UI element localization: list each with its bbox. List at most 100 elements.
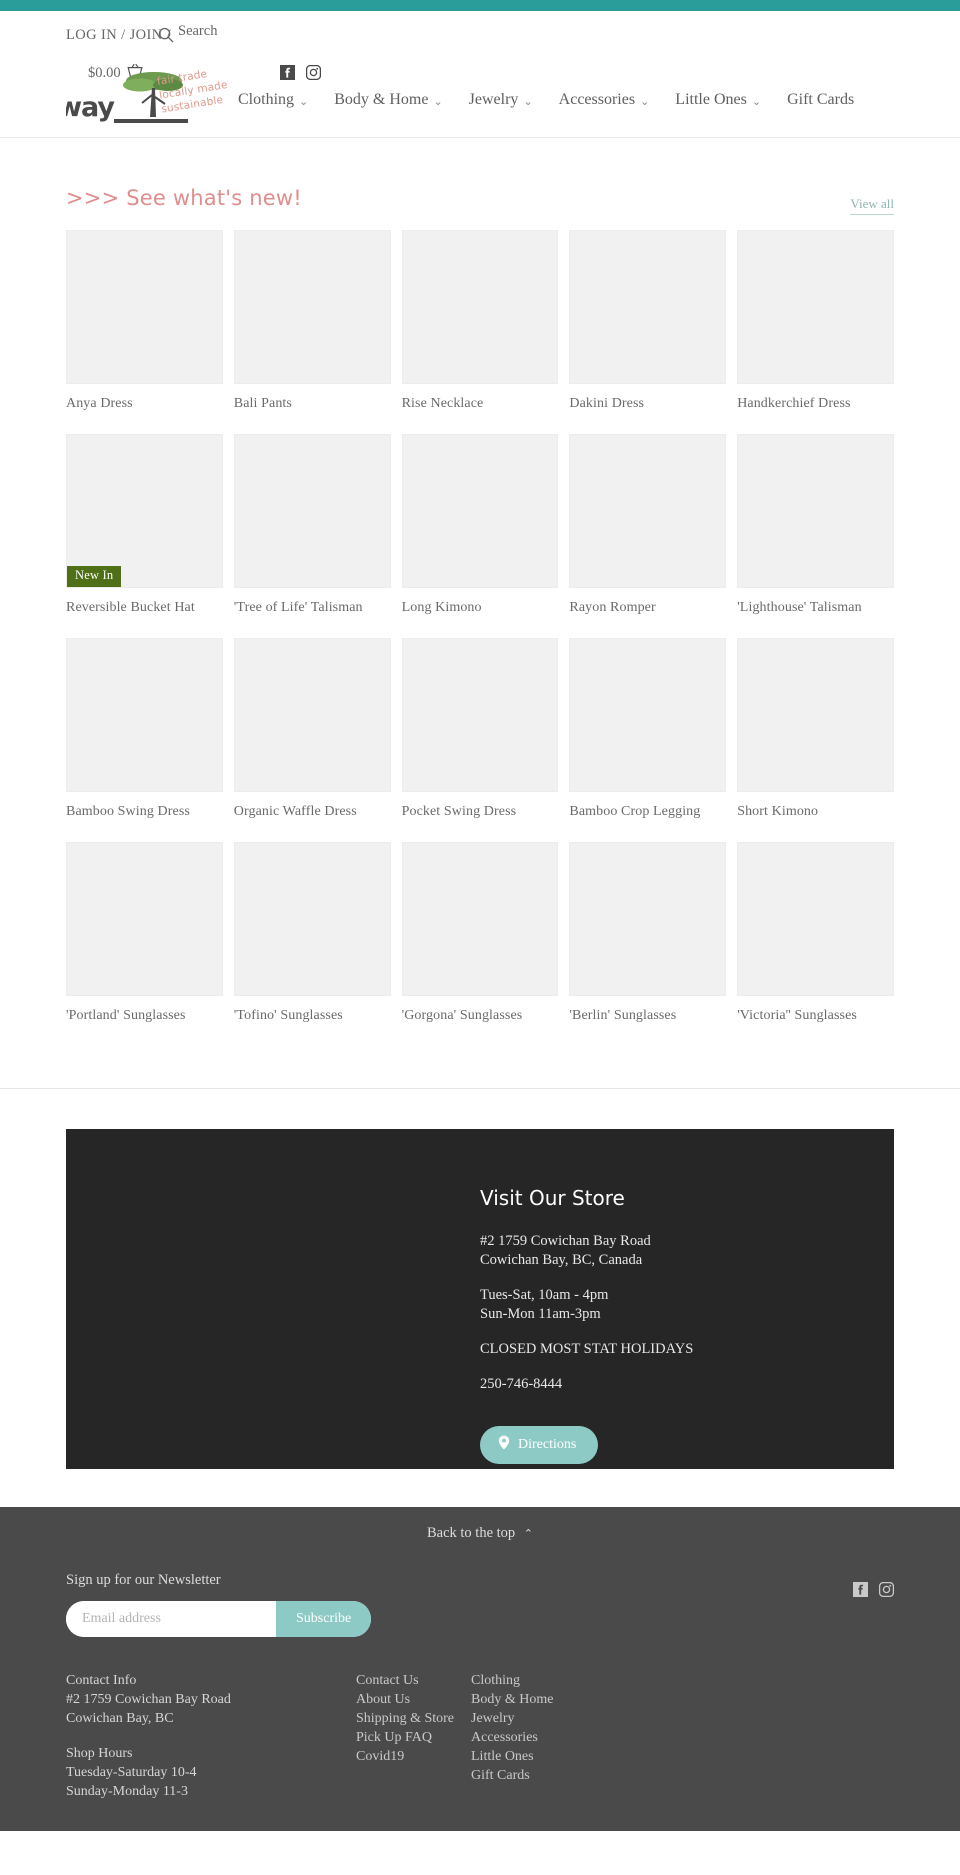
newsletter-label: Sign up for our Newsletter <box>66 1572 221 1588</box>
product-image[interactable] <box>737 638 894 792</box>
back-to-top-link[interactable]: Back to the top ⌃ <box>0 1507 960 1558</box>
product-image[interactable] <box>233 230 391 384</box>
product-image[interactable] <box>233 434 391 588</box>
product-image[interactable] <box>66 638 223 792</box>
chevron-down-icon: ⌄ <box>751 94 762 108</box>
footer-link-about-us[interactable]: About Us <box>356 1690 471 1709</box>
product-card[interactable]: 'Portland' Sunglasses <box>66 842 223 1024</box>
store-panel: Visit Our Store #2 1759 Cowichan Bay Roa… <box>66 1129 894 1469</box>
product-card[interactable]: Short Kimono <box>737 638 894 820</box>
product-image[interactable] <box>401 842 559 996</box>
brand-and-nav-row: radway fair trade locally made sustainab… <box>0 59 960 137</box>
instagram-icon[interactable] <box>878 1581 895 1598</box>
product-title: 'Tofino' Sunglasses <box>233 1008 343 1023</box>
product-image[interactable] <box>401 434 559 588</box>
directions-button[interactable]: Directions <box>480 1426 599 1464</box>
product-image[interactable] <box>233 638 391 792</box>
product-image[interactable] <box>401 638 559 792</box>
footer-link-gift-cards[interactable]: Gift Cards <box>471 1766 671 1785</box>
product-card[interactable]: Pocket Swing Dress <box>401 638 559 820</box>
product-image[interactable] <box>737 230 894 384</box>
back-to-top-label: Back to the top <box>426 1525 516 1541</box>
product-card[interactable]: 'Gorgona' Sunglasses <box>401 842 559 1024</box>
product-title: Anya Dress <box>66 396 133 411</box>
product-card[interactable]: Organic Waffle Dress <box>233 638 391 820</box>
nav-label: Accessories <box>558 91 636 108</box>
footer-link-covid19[interactable]: Covid19 <box>356 1747 471 1766</box>
product-image[interactable] <box>737 842 894 996</box>
product-card[interactable]: Bamboo Crop Legging <box>569 638 727 820</box>
login-join-link[interactable]: LOG IN / JOIN / <box>66 27 171 44</box>
product-image[interactable] <box>401 230 559 384</box>
product-card[interactable]: Dakini Dress <box>569 230 727 412</box>
svg-text:radway: radway <box>66 92 115 123</box>
product-title: Rise Necklace <box>401 396 484 411</box>
product-image[interactable] <box>569 230 727 384</box>
product-title: Handkerchief Dress <box>737 396 851 411</box>
store-map[interactable] <box>66 1129 480 1469</box>
nav-item-jewelry[interactable]: Jewelry ⌄ <box>469 91 533 109</box>
map-pin-icon <box>498 1435 510 1455</box>
product-image[interactable] <box>66 842 223 996</box>
product-card[interactable]: Handkerchief Dress <box>737 230 894 412</box>
product-card[interactable]: Long Kimono <box>401 434 559 616</box>
product-card[interactable]: Bali Pants <box>233 230 391 412</box>
product-image[interactable] <box>737 434 894 588</box>
main-navigation: Clothing ⌄ Body & Home ⌄ Jewelry ⌄ Acces… <box>238 91 854 109</box>
product-card[interactable]: 'Tofino' Sunglasses <box>233 842 391 1024</box>
nav-item-little-ones[interactable]: Little Ones ⌄ <box>675 91 761 109</box>
nav-item-body-and-home[interactable]: Body & Home ⌄ <box>334 91 442 109</box>
product-card[interactable]: 'Victoria'' Sunglasses <box>737 842 894 1024</box>
chevron-down-icon: ⌄ <box>299 94 309 108</box>
footer-social-links <box>853 1581 895 1598</box>
search-icon[interactable] <box>158 27 174 43</box>
product-image[interactable]: New In <box>66 434 223 588</box>
footer-link-shipping-faq[interactable]: Shipping & Store Pick Up FAQ <box>356 1709 471 1747</box>
site-header: LOG IN / JOIN / Search $0.00 way fair tr… <box>0 11 960 138</box>
product-image[interactable] <box>233 842 391 996</box>
product-card[interactable]: Bamboo Swing Dress <box>66 638 223 820</box>
nav-item-accessories[interactable]: Accessories ⌄ <box>559 91 650 109</box>
product-title: 'Victoria'' Sunglasses <box>737 1008 857 1023</box>
email-field[interactable] <box>66 1601 276 1637</box>
status-badge: New In <box>67 566 122 587</box>
product-image[interactable] <box>66 230 223 384</box>
nav-label: Body & Home <box>334 91 429 108</box>
search-label[interactable]: Search <box>178 23 217 40</box>
product-card[interactable]: Rise Necklace <box>401 230 559 412</box>
product-title: Pocket Swing Dress <box>401 804 517 819</box>
footer-link-accessories[interactable]: Accessories <box>471 1728 671 1747</box>
page-root: LOG IN / JOIN / Search $0.00 way fair tr… <box>0 11 960 1831</box>
product-image[interactable] <box>569 434 727 588</box>
product-title: Bali Pants <box>233 396 292 411</box>
product-grid: Anya Dress Bali Pants Rise Necklace Daki… <box>0 210 960 1046</box>
product-image[interactable] <box>569 638 727 792</box>
footer-link-clothing[interactable]: Clothing <box>471 1671 671 1690</box>
product-image[interactable] <box>569 842 727 996</box>
product-title: 'Lighthouse' Talisman <box>737 600 862 615</box>
product-card[interactable]: 'Tree of Life' Talisman <box>233 434 391 616</box>
page-title: >>> See what's new! <box>66 186 302 210</box>
product-card[interactable]: Rayon Romper <box>569 434 727 616</box>
subscribe-button[interactable]: Subscribe <box>276 1601 371 1637</box>
nav-item-gift-cards[interactable]: Gift Cards <box>787 91 854 109</box>
footer-column-info: Contact Us About Us Shipping & Store Pic… <box>356 1671 471 1801</box>
contact-address-line-1: #2 1759 Cowichan Bay Road <box>66 1692 231 1707</box>
store-address: #2 1759 Cowichan Bay Road Cowichan Bay, … <box>480 1232 894 1270</box>
product-card[interactable]: 'Berlin' Sunglasses <box>569 842 727 1024</box>
contact-address-line-2: Cowichan Bay, BC <box>66 1711 174 1726</box>
nav-item-clothing[interactable]: Clothing ⌄ <box>238 91 308 109</box>
footer-link-body-and-home[interactable]: Body & Home <box>471 1690 671 1709</box>
visit-store-section: Visit Our Store #2 1759 Cowichan Bay Roa… <box>0 1088 960 1507</box>
footer-link-little-ones[interactable]: Little Ones <box>471 1747 671 1766</box>
view-all-link[interactable]: View all <box>850 196 894 215</box>
footer-link-contact-us[interactable]: Contact Us <box>356 1671 471 1690</box>
store-phone[interactable]: 250-746-8444 <box>480 1375 894 1394</box>
utility-bar: LOG IN / JOIN / Search $0.00 <box>0 11 960 81</box>
product-card[interactable]: Anya Dress <box>66 230 223 412</box>
facebook-icon[interactable] <box>853 1582 868 1597</box>
footer-link-columns: Contact Info #2 1759 Cowichan Bay Road C… <box>0 1637 960 1801</box>
footer-link-jewelry[interactable]: Jewelry <box>471 1709 671 1728</box>
product-card[interactable]: New In Reversible Bucket Hat <box>66 434 223 616</box>
product-card[interactable]: 'Lighthouse' Talisman <box>737 434 894 616</box>
